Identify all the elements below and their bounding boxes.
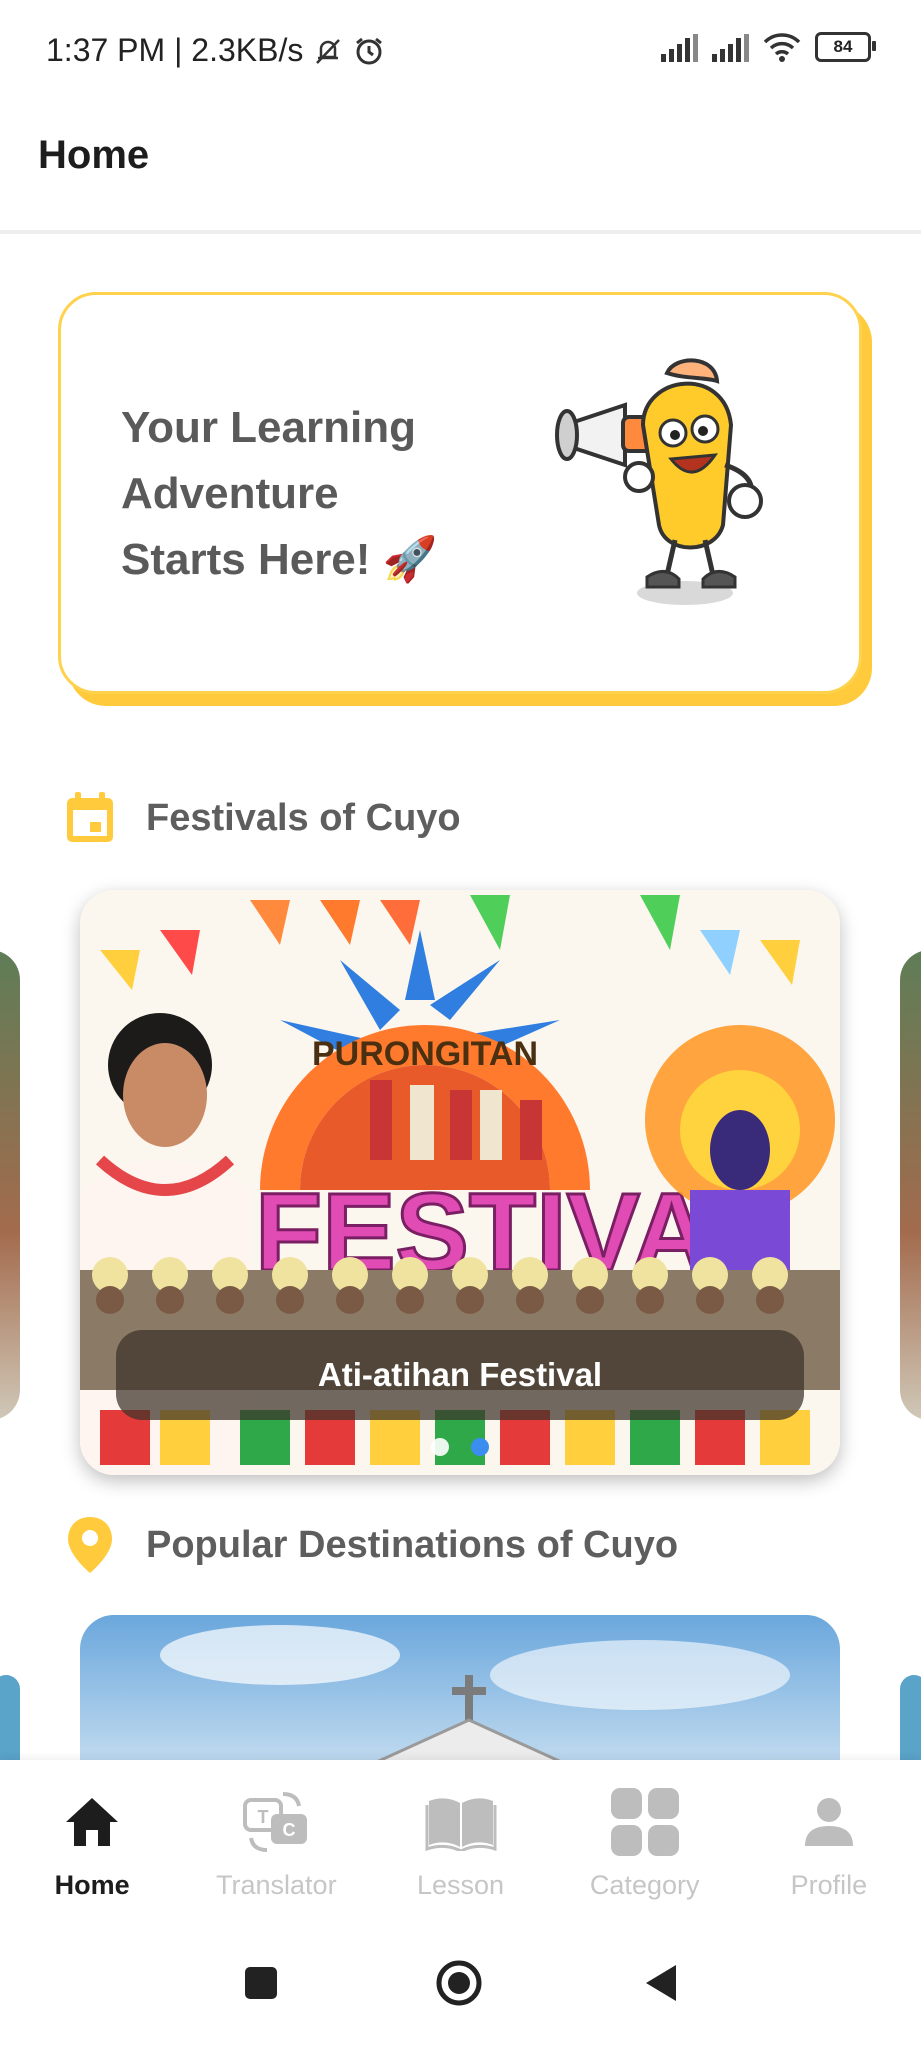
festival-caption: Ati-atihan Festival [116,1330,804,1420]
destination-card[interactable] [80,1615,840,1760]
nav-label: Translator [216,1870,337,1900]
triangle-back-icon [646,1965,676,2001]
circle-icon [436,1960,482,2006]
status-left: 1:37 PM | 2.3KB/s [46,32,385,69]
festival-card[interactable]: PURONGITAN FESTIVAL Ati-atihan Festival [80,890,840,1475]
home-button[interactable] [434,1958,484,2008]
destinations-section-header: Popular Destinations of Cuyo [64,1515,678,1575]
status-right: 84 [661,32,876,62]
hero-text: Your Learning Adventure Starts Here! 🚀 [121,395,521,593]
status-time: 1:37 PM | 2.3KB/s [46,32,304,68]
destinations-carousel[interactable] [0,1615,921,1760]
svg-text:C: C [283,1820,296,1840]
nav-label: Category [589,1870,700,1900]
nav-label: Lesson [416,1870,505,1900]
hero-line: Starts Here! 🚀 [121,535,438,584]
nav-translator[interactable]: T C Translator [184,1760,368,1920]
nav-lesson[interactable]: Lesson [368,1760,552,1920]
status-bar: 1:37 PM | 2.3KB/s 84 [0,0,921,105]
prev-festival-card[interactable] [0,950,20,1420]
festivals-section-header: Festivals of Cuyo [64,790,461,846]
translator-icon: T C [243,1792,308,1852]
battery-indicator: 84 [815,32,876,62]
app-bar: Home [0,105,921,234]
next-festival-card[interactable] [900,950,921,1420]
mute-bell-icon [316,38,341,64]
back-button[interactable] [636,1958,686,2008]
hero-line: Adventure [121,469,339,518]
book-icon [425,1798,496,1851]
prev-destination-card[interactable] [0,1675,20,1760]
svg-text:T: T [258,1807,269,1827]
church-image [160,1625,790,1760]
pager-dot[interactable] [431,1438,449,1456]
bottom-navigation: Home T C Translator Lesson Category Prof… [0,1760,921,1920]
square-icon [245,1967,277,1999]
nav-profile[interactable]: Profile [737,1760,921,1920]
hero-banner[interactable]: Your Learning Adventure Starts Here! 🚀 [58,292,862,694]
calendar-icon [67,792,113,842]
nav-label: Home [54,1870,130,1900]
mascot-megaphone-icon [555,358,763,605]
location-pin-icon [68,1517,112,1573]
signal-icon [712,32,749,62]
recents-button[interactable] [236,1958,286,2008]
nav-home[interactable]: Home [0,1760,184,1920]
destinations-heading: Popular Destinations of Cuyo [146,1523,679,1566]
signal-icon [661,32,698,62]
festivals-heading: Festivals of Cuyo [146,796,461,839]
person-icon [804,1798,853,1846]
poster-arc-text: PURONGITAN [312,1035,538,1073]
home-icon [66,1798,119,1846]
page-title: Home [38,133,150,177]
next-destination-card[interactable] [900,1675,921,1760]
carousel-pager[interactable] [80,1438,840,1456]
nav-category[interactable]: Category [553,1760,737,1920]
hero-line: Your Learning [121,403,416,452]
wifi-icon [763,33,801,62]
festivals-carousel[interactable]: PURONGITAN FESTIVAL Ati-atihan Festival [0,890,921,1480]
nav-label: Profile [790,1870,868,1900]
system-navigation-bar [0,1920,921,2048]
pager-dot-active[interactable] [471,1438,489,1456]
grid-icon [610,1788,679,1856]
alarm-icon [356,37,383,64]
